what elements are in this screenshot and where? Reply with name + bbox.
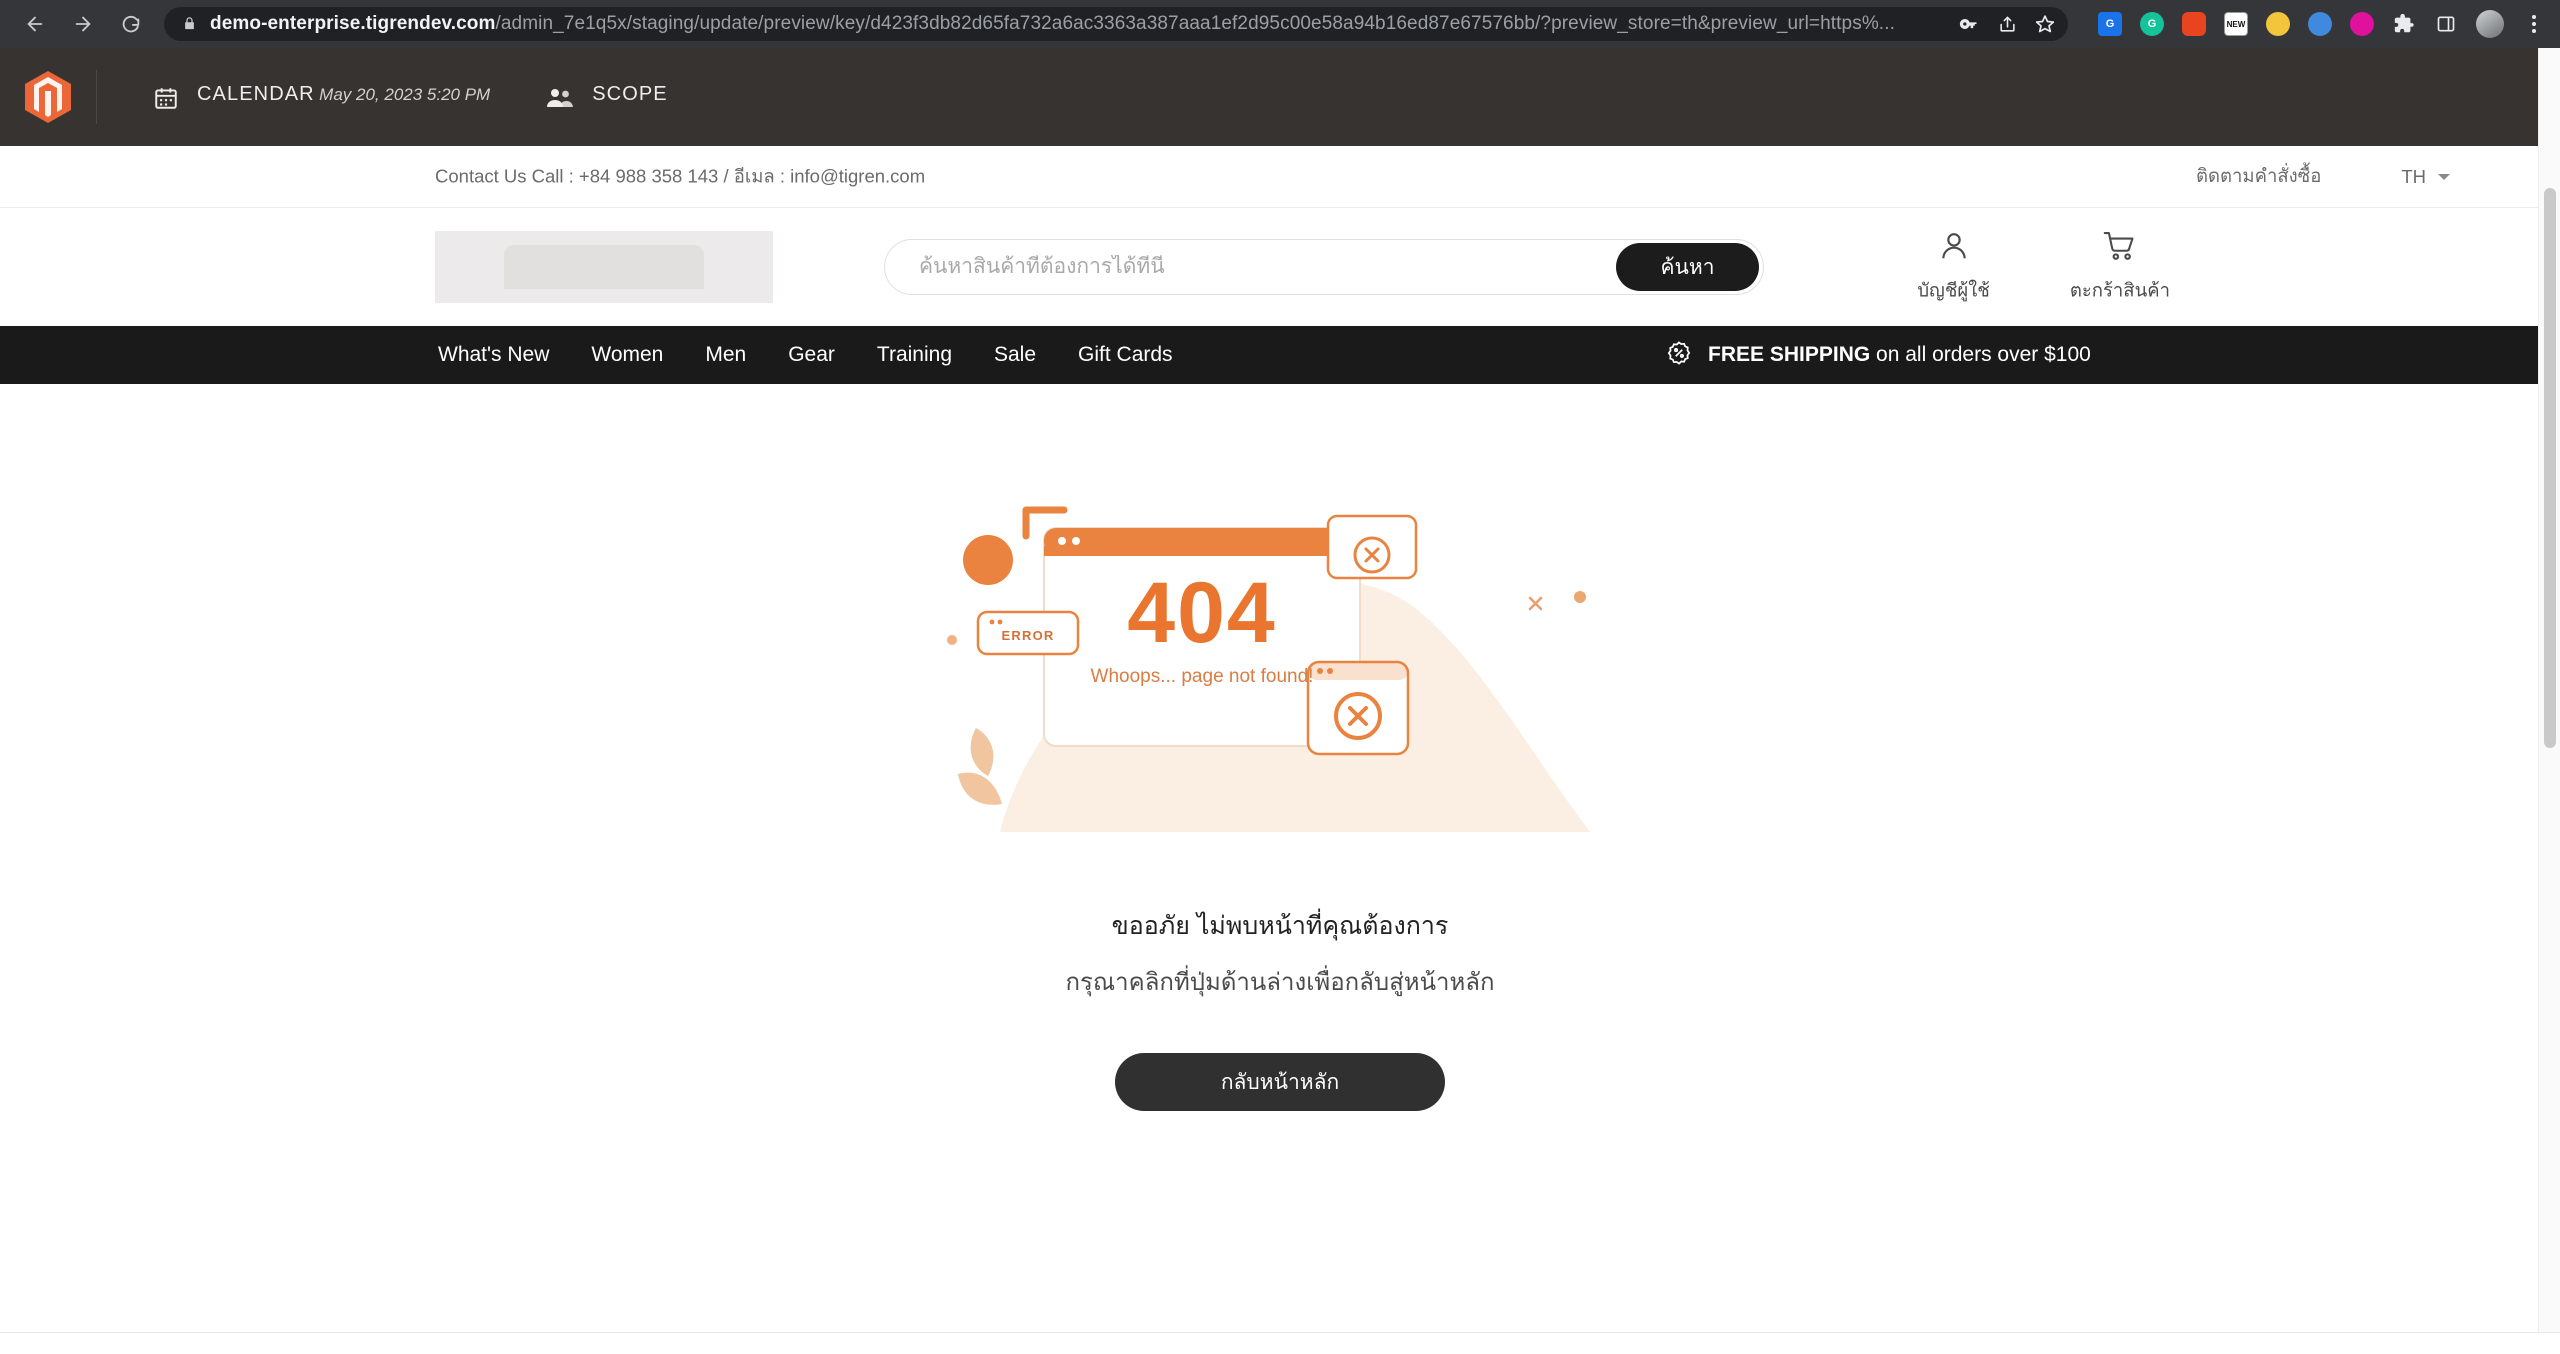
fire-extension-icon[interactable]: [2182, 12, 2206, 36]
three-dot-menu-icon[interactable]: [2522, 12, 2546, 36]
address-bar[interactable]: demo-enterprise.tigrendev.com/admin_7e1q…: [164, 7, 2068, 41]
account-link[interactable]: บัญชีผู้ใช้: [1917, 229, 1990, 306]
language-switcher[interactable]: TH: [2401, 166, 2450, 188]
google-translate-icon[interactable]: G: [2098, 12, 2122, 36]
nav-item-men[interactable]: Men: [705, 343, 746, 367]
user-account-icon: [1937, 229, 1971, 268]
error-message-secondary: กรุณาคลิกที่ปุ่มด้านล่างเพื่อกลับสู่หน้า…: [1065, 969, 1495, 996]
bookmark-star-icon[interactable]: [2034, 13, 2056, 35]
search-bar[interactable]: ค้นหา: [884, 239, 1764, 295]
shopping-cart-icon: [2102, 229, 2138, 268]
error-message-primary: ขออภัย ไม่พบหน้าที่คุณต้องการ: [1111, 912, 1449, 940]
contact-info: Contact Us Call : +84 988 358 143 / อีเม…: [435, 165, 926, 186]
network-extension-icon[interactable]: [2308, 12, 2332, 36]
magento-admin-bar: CALENDAR May 20, 2023 5:20 PM SCOPE: [0, 48, 2560, 146]
url-text: demo-enterprise.tigrendev.com/admin_7e1q…: [210, 13, 1948, 35]
side-panel-icon[interactable]: [2434, 12, 2458, 36]
track-order-link[interactable]: ติดตามคำสั่งซื้อ: [2196, 162, 2321, 191]
illustration-svg: ERROR 404 Whoops... page not found!: [947, 506, 1590, 832]
admin-scope-label: SCOPE: [592, 83, 668, 105]
language-label: TH: [2401, 165, 2426, 187]
storefront-topbar: Contact Us Call : +84 988 358 143 / อีเม…: [0, 146, 2560, 208]
storefront: Contact Us Call : +84 988 358 143 / อีเม…: [0, 146, 2560, 1354]
url-path: /admin_7e1q5x/staging/update/preview/key…: [495, 13, 1895, 34]
nav-item-gift-cards[interactable]: Gift Cards: [1078, 343, 1173, 367]
search-button[interactable]: ค้นหา: [1616, 243, 1759, 291]
free-shipping-text: FREE SHIPPING on all orders over $100: [1708, 343, 2091, 367]
share-icon[interactable]: [1996, 13, 2018, 35]
pink-hexagon-icon[interactable]: [2350, 12, 2374, 36]
lock-icon: [182, 16, 198, 32]
cart-label: ตะกร้าสินค้า: [2069, 279, 2170, 301]
nav-item-whats-new[interactable]: What's New: [438, 343, 549, 367]
page-scrollbar[interactable]: [2538, 48, 2560, 1354]
error-404-illustration: ERROR 404 Whoops... page not found!: [940, 502, 1620, 862]
back-to-home-button[interactable]: กลับหน้าหลัก: [1115, 1053, 1445, 1111]
calendar-icon: [153, 85, 179, 111]
chevron-down-icon: [2438, 173, 2450, 180]
admin-scope-item[interactable]: SCOPE: [490, 83, 668, 111]
password-key-icon[interactable]: [1958, 13, 1980, 35]
nav-item-gear[interactable]: Gear: [788, 343, 835, 367]
storefront-header: ค้นหา บัญชีผู้ใช้ ตะกร้าสินค้า: [0, 208, 2560, 326]
admin-calendar-date: May 20, 2023 5:20 PM: [319, 85, 491, 104]
magento-logo-icon: [25, 71, 71, 123]
scrollbar-thumb[interactable]: [2544, 188, 2556, 748]
free-shipping-strong: FREE SHIPPING: [1708, 343, 1871, 366]
window-bottom-edge: [0, 1332, 2560, 1354]
cart-link[interactable]: ตะกร้าสินค้า: [2070, 229, 2170, 306]
nav-item-women[interactable]: Women: [591, 343, 663, 367]
error-tag-text: ERROR: [1002, 628, 1055, 643]
grammarly-icon[interactable]: G: [2140, 12, 2164, 36]
magento-logo[interactable]: [0, 48, 96, 146]
duck-extension-icon[interactable]: [2266, 12, 2290, 36]
admin-calendar-label: CALENDAR: [197, 83, 315, 105]
extension-icons: G G NEW: [2082, 10, 2546, 38]
back-arrow-icon[interactable]: [14, 3, 56, 45]
forward-arrow-icon[interactable]: [62, 3, 104, 45]
browser-toolbar: demo-enterprise.tigrendev.com/admin_7e1q…: [0, 0, 2560, 48]
main-navigation: What's New Women Men Gear Training Sale …: [0, 326, 2560, 384]
admin-calendar-item[interactable]: CALENDAR May 20, 2023 5:20 PM: [97, 83, 490, 111]
url-host: demo-enterprise.tigrendev.com: [210, 13, 496, 34]
free-shipping-promo: FREE SHIPPING on all orders over $100: [1666, 340, 2091, 371]
puzzle-extensions-icon[interactable]: [2392, 12, 2416, 36]
nav-item-sale[interactable]: Sale: [994, 343, 1036, 367]
new-badge-icon[interactable]: NEW: [2224, 12, 2248, 36]
error-page-content: ERROR 404 Whoops... page not found! ขออภ…: [0, 384, 2560, 1354]
account-label: บัญชีผู้ใช้: [1917, 279, 1990, 301]
discount-badge-icon: [1666, 340, 1692, 371]
reload-icon[interactable]: [110, 3, 152, 45]
store-logo-placeholder[interactable]: [435, 231, 773, 303]
error-code-text: 404: [1127, 565, 1277, 661]
search-input[interactable]: [919, 255, 1616, 279]
free-shipping-rest: on all orders over $100: [1870, 343, 2091, 366]
nav-item-training[interactable]: Training: [877, 343, 952, 367]
nav-items: What's New Women Men Gear Training Sale …: [438, 343, 1173, 367]
error-caption-text: Whoops... page not found!: [1091, 666, 1314, 687]
profile-avatar[interactable]: [2476, 10, 2504, 38]
scope-users-icon: [546, 85, 574, 111]
header-actions: บัญชีผู้ใช้ ตะกร้าสินค้า: [1917, 229, 2170, 306]
